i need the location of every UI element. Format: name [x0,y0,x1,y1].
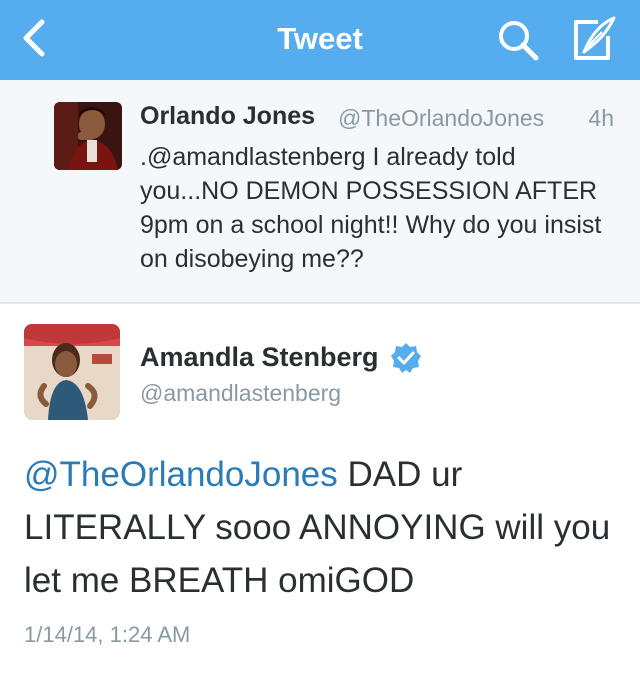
tweet-timestamp: 1/14/14, 1:24 AM [24,622,191,647]
page-title: Tweet [277,21,363,56]
parent-tweet[interactable]: Orlando Jones @TheOrlandoJones 4h .@aman… [0,80,640,304]
tweet-text: @TheOrlandoJones DAD ur LITERALLY sooo A… [24,448,624,607]
mention-link[interactable]: @TheOrlandoJones [24,455,338,494]
search-icon[interactable] [496,18,540,62]
avatar[interactable] [24,324,120,420]
author-name[interactable]: Amandla Stenberg [140,342,379,373]
compose-tweet-icon[interactable] [568,14,620,64]
author-handle[interactable]: @TheOrlandoJones [338,105,544,132]
verified-badge-icon [391,343,421,373]
tweet-text: .@amandlastenberg I already told you...N… [140,143,602,273]
author-name[interactable]: Orlando Jones [140,102,315,131]
main-tweet: Amandla Stenberg @amandlastenberg @TheOr… [0,304,640,678]
avatar[interactable] [54,102,122,170]
author-handle[interactable]: @amandlastenberg [140,380,341,407]
tweet-time: 4h [588,105,614,131]
navigation-bar: Tweet [0,0,640,80]
